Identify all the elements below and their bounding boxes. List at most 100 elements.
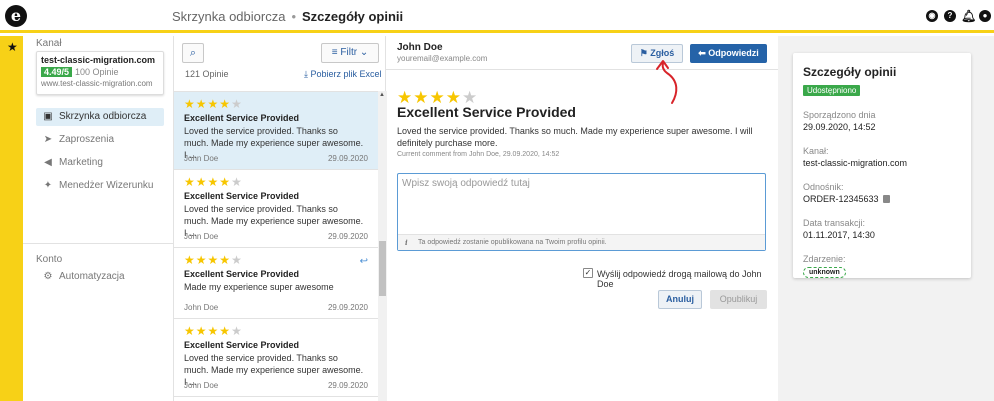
publish-button[interactable]: Opublikuj bbox=[710, 290, 767, 309]
review-list-item[interactable]: ★★★★★ Excellent Service Provided Loved t… bbox=[174, 170, 378, 248]
reply-icon: ⬅ bbox=[698, 48, 706, 58]
nav-item-label: Menedżer Wizerunku bbox=[59, 180, 154, 191]
help-icon[interactable]: ? bbox=[944, 10, 956, 22]
review-info-card: Szczegóły opinii Udostępniono Sporządzon… bbox=[793, 53, 971, 278]
annotation-arrow bbox=[656, 60, 678, 104]
status-badge: Udostępniono bbox=[803, 85, 861, 96]
star-filled-icon: ★ bbox=[195, 97, 208, 111]
review-body: Loved the service provided. Thanks so mu… bbox=[397, 126, 753, 148]
nav-item-automation[interactable]: ⚙ Automatyzacja bbox=[36, 268, 164, 286]
reply-button[interactable]: ⬅ Odpowiedzi bbox=[690, 44, 767, 63]
review-count: 100 Opinie bbox=[75, 67, 119, 77]
star-filled-icon: ★ bbox=[207, 175, 220, 189]
nav-item-inbox[interactable]: ▣ Skrzynka odbiorcza bbox=[36, 108, 164, 126]
review-author: John Doe bbox=[184, 154, 219, 163]
star-filled-icon: ★ bbox=[219, 253, 232, 267]
review-title: Excellent Service Provided bbox=[184, 340, 300, 350]
nav-item-reputation-manager[interactable]: ✦ Menedżer Wizerunku bbox=[36, 177, 164, 195]
info-icon: i bbox=[405, 238, 408, 247]
channel-card[interactable]: test-classic-migration.com 4.49/5 100 Opi… bbox=[36, 51, 164, 95]
replied-icon: ↩ bbox=[359, 256, 368, 267]
nav-divider bbox=[23, 243, 173, 244]
review-author: John Doe bbox=[184, 232, 219, 241]
review-title: Excellent Service Provided bbox=[184, 113, 300, 123]
reviewer-name: John Doe bbox=[397, 42, 443, 53]
nav-item-marketing[interactable]: ◀ Marketing bbox=[36, 154, 164, 172]
star-empty-icon: ★ bbox=[231, 253, 243, 267]
review-author: John Doe bbox=[184, 381, 219, 390]
nav-item-label: Automatyzacja bbox=[59, 271, 125, 282]
nav-item-label: Zaproszenia bbox=[59, 134, 115, 145]
search-icon: ⌕ bbox=[189, 47, 197, 59]
logo[interactable]: e bbox=[5, 5, 27, 27]
download-excel-link[interactable]: ⤓ Pobierz plik Excel bbox=[304, 69, 382, 80]
nav-item-label: Marketing bbox=[59, 157, 103, 168]
email-reply-label[interactable]: Wyślij odpowiedź drogą mailową do John D… bbox=[597, 269, 778, 289]
send-icon: ➤ bbox=[43, 134, 53, 145]
star-filled-icon: ★ bbox=[207, 97, 220, 111]
star-filled-icon: ★ bbox=[184, 324, 196, 338]
scroll-up-icon[interactable]: ▲ bbox=[379, 92, 385, 98]
download-label: Pobierz plik Excel bbox=[310, 69, 382, 79]
review-date: 29.09.2020 bbox=[327, 303, 368, 312]
page-title: Szczegóły opinii bbox=[302, 9, 404, 24]
star-rating: ★★★★★ bbox=[184, 325, 378, 337]
email-reply-checkbox[interactable]: ✓ bbox=[583, 268, 593, 278]
event-label: Zdarzenie: bbox=[803, 254, 846, 264]
channel-rating-row: 4.49/5 100 Opinie bbox=[41, 67, 159, 77]
review-date: 29.09.2020 bbox=[327, 381, 368, 390]
reply-textarea[interactable] bbox=[402, 178, 760, 230]
star-icon[interactable]: ★ bbox=[7, 40, 18, 54]
star-filled-icon: ★ bbox=[184, 253, 196, 267]
inbox-icon: ▣ bbox=[43, 111, 53, 122]
reference-value: ORDER-12345633 bbox=[803, 194, 879, 204]
star-rating: ★★★★★ bbox=[184, 98, 378, 110]
review-title: Excellent Service Provided bbox=[184, 191, 300, 201]
breadcrumb-separator: • bbox=[291, 9, 297, 24]
nav-item-label: Skrzynka odbiorcza bbox=[59, 111, 147, 122]
channel-name: test-classic-migration.com bbox=[41, 55, 156, 65]
star-filled-icon: ★ bbox=[207, 253, 220, 267]
star-filled-icon: ★ bbox=[184, 175, 196, 189]
detail-divider bbox=[386, 69, 778, 70]
breadcrumb: Skrzynka odbiorcza • Szczegóły opinii bbox=[172, 9, 403, 24]
transaction-value: 01.11.2017, 14:30 bbox=[803, 230, 875, 240]
review-list-pane: ⌕ ≡ Filtr ⌄ 121 Opinie ⤓ Pobierz plik Ex… bbox=[173, 36, 387, 401]
left-nav: Kanał test-classic-migration.com 4.49/5 1… bbox=[23, 36, 173, 401]
review-snippet: Made my experience super awesome bbox=[184, 282, 334, 292]
review-detail-pane: John Doe youremail@example.com ⚑ Zgłoś ⬅… bbox=[386, 36, 778, 401]
review-list-item[interactable]: ★★★★★ Excellent Service Provided Loved t… bbox=[174, 319, 378, 397]
star-filled-icon: ★ bbox=[195, 175, 208, 189]
star-rating: ★★★★★ bbox=[184, 254, 378, 266]
review-list-item[interactable]: ★★★★★ Excellent Service Provided Loved t… bbox=[174, 92, 378, 170]
sparkle-icon: ✦ bbox=[43, 180, 53, 191]
user-icon[interactable]: ● bbox=[979, 10, 991, 22]
star-filled-icon: ★ bbox=[195, 253, 208, 267]
reviewer-email: youremail@example.com bbox=[397, 54, 488, 63]
star-empty-icon: ★ bbox=[231, 97, 243, 111]
top-bar: e Skrzynka odbiorcza • Szczegóły opinii ◉ … bbox=[0, 0, 994, 33]
review-list-item[interactable]: ★★★★★ ↩ Excellent Service Provided Made … bbox=[174, 248, 378, 319]
profile-circle-icon[interactable]: ◉ bbox=[926, 10, 938, 22]
review-count: 121 Opinie bbox=[185, 69, 229, 79]
search-button[interactable]: ⌕ bbox=[182, 43, 204, 63]
review-title: Excellent Service Provided bbox=[184, 269, 300, 279]
nav-item-invitations[interactable]: ➤ Zaproszenia bbox=[36, 131, 164, 149]
filter-icon: ≡ bbox=[331, 47, 338, 58]
cancel-button[interactable]: Anuluj bbox=[658, 290, 702, 309]
bell-icon[interactable]: 🔔︎ bbox=[961, 10, 976, 22]
reply-note: i Ta odpowiedź zostanie opublikowana na T… bbox=[398, 234, 765, 250]
scrollbar-thumb[interactable] bbox=[379, 241, 386, 296]
current-comment-meta: Current comment from John Doe, 29.09.202… bbox=[397, 151, 560, 158]
star-empty-icon: ★ bbox=[231, 324, 243, 338]
channel-section-label: Kanał bbox=[36, 38, 62, 49]
favorites-strip: ★ bbox=[0, 36, 23, 401]
created-value: 29.09.2020, 14:52 bbox=[803, 122, 876, 132]
filter-button[interactable]: ≡ Filtr ⌄ bbox=[321, 43, 379, 63]
account-section-label: Konto bbox=[36, 254, 63, 265]
star-rating: ★★★★★ bbox=[184, 176, 378, 188]
copy-icon[interactable] bbox=[882, 195, 890, 203]
channel-value: test-classic-migration.com bbox=[803, 158, 908, 168]
star-filled-icon: ★ bbox=[207, 324, 220, 338]
breadcrumb-parent[interactable]: Skrzynka odbiorcza bbox=[172, 9, 285, 24]
